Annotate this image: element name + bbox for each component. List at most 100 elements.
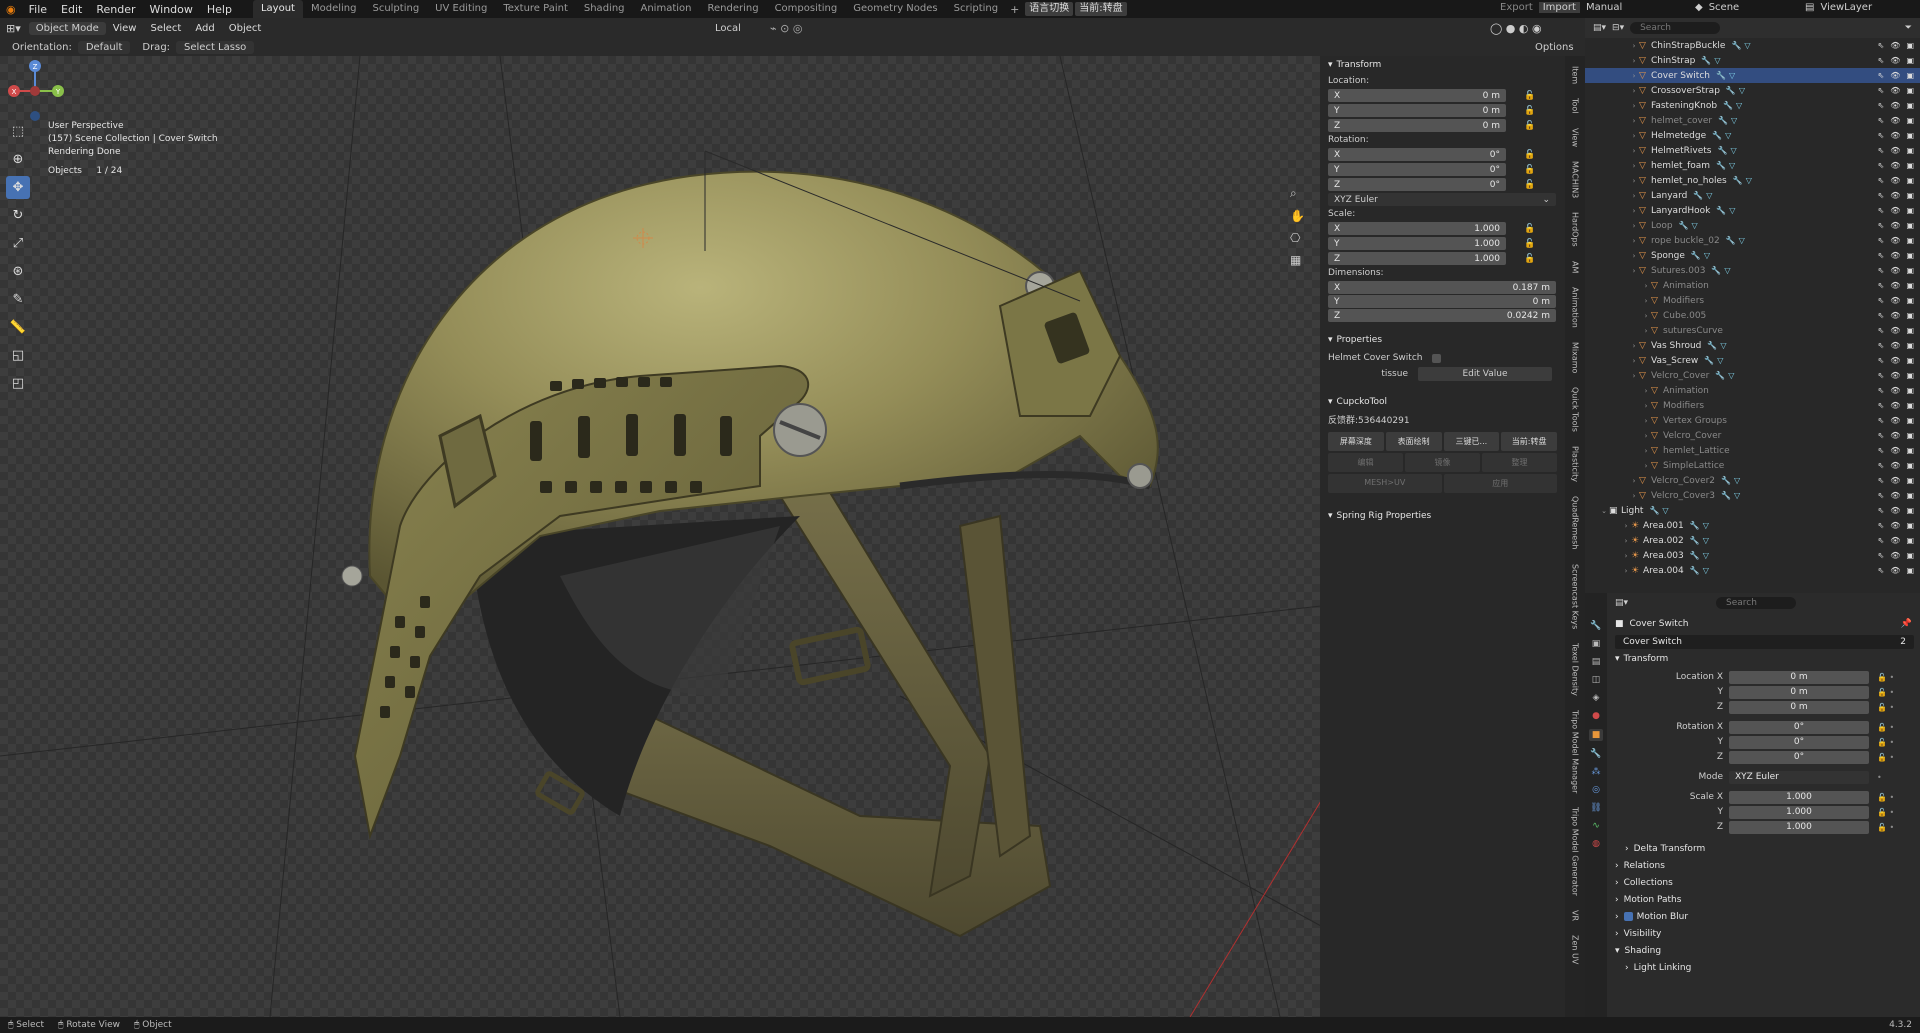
- camera-render-icon[interactable]: ▣: [1906, 101, 1914, 110]
- select-arrow-icon[interactable]: ⇖: [1878, 131, 1885, 140]
- eye-icon[interactable]: 👁: [1890, 71, 1900, 80]
- camera-render-icon[interactable]: ▣: [1906, 116, 1914, 125]
- expand-chevron-icon[interactable]: ›: [1641, 387, 1651, 395]
- transform-value-field[interactable]: 0 m: [1729, 670, 1869, 684]
- expand-chevron-icon[interactable]: ›: [1629, 342, 1639, 350]
- transform-value-field[interactable]: 0°: [1729, 720, 1869, 734]
- select-arrow-icon[interactable]: ⇖: [1878, 551, 1885, 560]
- annotate-tool-icon[interactable]: ✎: [6, 288, 30, 311]
- expand-chevron-icon[interactable]: ›: [1641, 297, 1651, 305]
- select-arrow-icon[interactable]: ⇖: [1878, 56, 1885, 65]
- properties-section-header[interactable]: › Light Linking: [1609, 959, 1920, 976]
- select-arrow-icon[interactable]: ⇖: [1878, 401, 1885, 410]
- expand-chevron-icon[interactable]: ›: [1641, 447, 1651, 455]
- select-arrow-icon[interactable]: ⇖: [1878, 446, 1885, 455]
- camera-render-icon[interactable]: ▣: [1906, 281, 1914, 290]
- camera-render-icon[interactable]: ▣: [1906, 71, 1914, 80]
- outliner-row[interactable]: › ▽ Velcro_Cover 🔧▽ ⇖ 👁 ▣: [1585, 368, 1920, 383]
- tab-quick-tools[interactable]: Quick Tools: [1571, 387, 1580, 432]
- properties-section-header[interactable]: › Visibility: [1609, 925, 1920, 942]
- select-arrow-icon[interactable]: ⇖: [1878, 296, 1885, 305]
- scale-y-field[interactable]: Y 1.000: [1328, 237, 1506, 250]
- eye-icon[interactable]: 👁: [1890, 236, 1900, 245]
- camera-render-icon[interactable]: ▣: [1906, 56, 1914, 65]
- export-button[interactable]: Export: [1500, 2, 1533, 13]
- select-arrow-icon[interactable]: ⇖: [1878, 341, 1885, 350]
- add-menu[interactable]: Add: [188, 23, 221, 34]
- outliner-row[interactable]: › ▽ FasteningKnob 🔧▽ ⇖ 👁 ▣: [1585, 98, 1920, 113]
- eye-icon[interactable]: 👁: [1890, 341, 1900, 350]
- camera-render-icon[interactable]: ▣: [1906, 341, 1914, 350]
- camera-render-icon[interactable]: ▣: [1906, 176, 1914, 185]
- world-tab-icon[interactable]: ●: [1592, 711, 1600, 721]
- camera-render-icon[interactable]: ▣: [1906, 41, 1914, 50]
- expand-chevron-icon[interactable]: ›: [1621, 522, 1631, 530]
- tab-scripting[interactable]: Scripting: [946, 0, 1006, 18]
- zoom-icon[interactable]: ⌕: [1290, 186, 1305, 201]
- outliner-row[interactable]: › ▽ hemlet_foam 🔧▽ ⇖ 👁 ▣: [1585, 158, 1920, 173]
- transform-value-field[interactable]: 1.000: [1729, 790, 1869, 804]
- transform-panel-header[interactable]: ▾ Transform: [1320, 56, 1565, 74]
- expand-chevron-icon[interactable]: ⌄: [1599, 507, 1609, 515]
- lock-icon[interactable]: 🔓: [1524, 150, 1535, 160]
- camera-render-icon[interactable]: ▣: [1906, 401, 1914, 410]
- outliner-row[interactable]: › ▽ hemlet_no_holes 🔧▽ ⇖ 👁 ▣: [1585, 173, 1920, 188]
- outliner-row[interactable]: › ▽ HelmetRivets 🔧▽ ⇖ 👁 ▣: [1585, 143, 1920, 158]
- location-z-field[interactable]: Z0 m: [1328, 119, 1506, 132]
- expand-chevron-icon[interactable]: ›: [1641, 417, 1651, 425]
- outliner-row[interactable]: › ☀ Area.002 🔧▽ ⇖ 👁 ▣: [1585, 533, 1920, 548]
- scale-x-field[interactable]: X 1.000: [1328, 222, 1506, 235]
- mesh-to-uv-button[interactable]: MESH>UV: [1328, 474, 1442, 493]
- eye-icon[interactable]: 👁: [1890, 356, 1900, 365]
- camera-render-icon[interactable]: ▣: [1906, 491, 1914, 500]
- tab-geometry-nodes[interactable]: Geometry Nodes: [845, 0, 945, 18]
- tab-modeling[interactable]: Modeling: [303, 0, 365, 18]
- eye-icon[interactable]: 👁: [1890, 446, 1900, 455]
- expand-chevron-icon[interactable]: ›: [1629, 147, 1639, 155]
- outliner-row[interactable]: › ▽ Loop 🔧▽ ⇖ 👁 ▣: [1585, 218, 1920, 233]
- outliner-row[interactable]: › ▽ Cube.005 ⇖ 👁 ▣: [1585, 308, 1920, 323]
- eye-icon[interactable]: 👁: [1890, 266, 1900, 275]
- camera-icon[interactable]: ⎔: [1290, 231, 1305, 245]
- outliner-row[interactable]: › ▽ Vertex Groups ⇖ 👁 ▣: [1585, 413, 1920, 428]
- outliner-row[interactable]: › ▽ Helmetedge 🔧▽ ⇖ 👁 ▣: [1585, 128, 1920, 143]
- options-dropdown[interactable]: Options: [1535, 42, 1574, 53]
- camera-render-icon[interactable]: ▣: [1906, 311, 1914, 320]
- lock-icon[interactable]: 🔓: [1524, 121, 1535, 131]
- lock-icon[interactable]: 🔓 •: [1877, 688, 1894, 697]
- outliner-row[interactable]: › ▽ Cover Switch 🔧▽ ⇖ 👁 ▣: [1585, 68, 1920, 83]
- physics-tab-icon[interactable]: ◎: [1592, 785, 1600, 795]
- view-menu[interactable]: View: [106, 23, 144, 34]
- camera-render-icon[interactable]: ▣: [1906, 296, 1914, 305]
- select-arrow-icon[interactable]: ⇖: [1878, 491, 1885, 500]
- tab-texture-paint[interactable]: Texture Paint: [495, 0, 576, 18]
- scene-selector[interactable]: Scene: [1709, 2, 1740, 13]
- select-arrow-icon[interactable]: ⇖: [1878, 101, 1885, 110]
- select-arrow-icon[interactable]: ⇖: [1878, 116, 1885, 125]
- rotation-y-field[interactable]: Y 0°: [1328, 163, 1506, 176]
- manual-button[interactable]: Manual: [1586, 2, 1622, 13]
- motion-blur-checkbox[interactable]: [1623, 912, 1633, 921]
- transform-tool-icon[interactable]: ⊛: [6, 260, 30, 283]
- expand-chevron-icon[interactable]: ›: [1621, 552, 1631, 560]
- eye-icon[interactable]: 👁: [1890, 536, 1900, 545]
- expand-chevron-icon[interactable]: ›: [1641, 432, 1651, 440]
- tab-zen-uv[interactable]: Zen UV: [1571, 935, 1580, 964]
- rotation-mode-dropdown[interactable]: XYZ Euler ⌄: [1328, 193, 1556, 206]
- outliner-row[interactable]: › ▽ Modifiers ⇖ 👁 ▣: [1585, 398, 1920, 413]
- expand-chevron-icon[interactable]: ›: [1629, 222, 1639, 230]
- outliner-search-input[interactable]: Search: [1630, 22, 1721, 34]
- camera-render-icon[interactable]: ▣: [1906, 236, 1914, 245]
- outliner-row[interactable]: › ▽ Lanyard 🔧▽ ⇖ 👁 ▣: [1585, 188, 1920, 203]
- orientation-dropdown[interactable]: Default: [77, 40, 131, 54]
- outliner-row[interactable]: › ▽ Vas_Screw 🔧▽ ⇖ 👁 ▣: [1585, 353, 1920, 368]
- expand-chevron-icon[interactable]: ›: [1621, 537, 1631, 545]
- add-workspace-icon[interactable]: +: [1006, 3, 1023, 16]
- tab-tool[interactable]: Tool: [1571, 98, 1580, 114]
- eye-icon[interactable]: 👁: [1890, 281, 1900, 290]
- scale-tool-icon[interactable]: ⤢: [6, 232, 30, 255]
- expand-chevron-icon[interactable]: ›: [1629, 57, 1639, 65]
- particles-tab-icon[interactable]: ⁂: [1592, 767, 1601, 777]
- pan-hand-icon[interactable]: ✋: [1290, 209, 1305, 223]
- funnel-icon[interactable]: ⏷: [1905, 23, 1912, 33]
